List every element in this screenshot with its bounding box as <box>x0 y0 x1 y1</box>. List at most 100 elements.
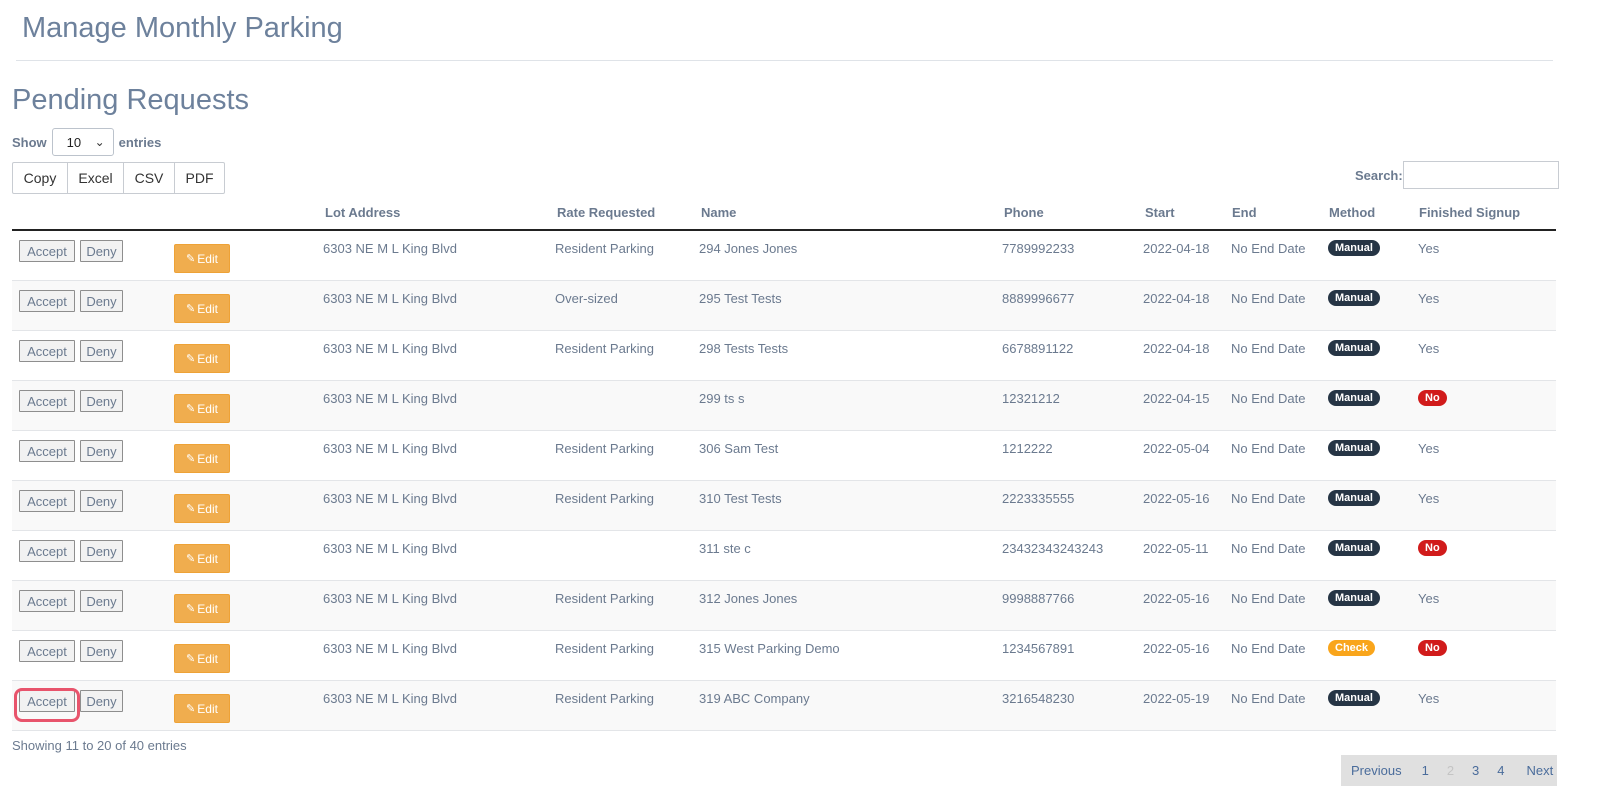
excel-button[interactable]: Excel <box>67 162 124 194</box>
pencil-icon: ✎ <box>186 603 196 615</box>
pencil-icon: ✎ <box>186 703 196 715</box>
edit-button[interactable]: ✎ Edit <box>174 294 230 323</box>
deny-button[interactable]: Deny <box>80 440 123 462</box>
pagination-page[interactable]: 4 <box>1497 763 1504 778</box>
deny-button[interactable]: Deny <box>80 290 123 312</box>
header-phone[interactable]: Phone <box>1004 205 1044 220</box>
finished-signup-badge: No <box>1418 390 1447 406</box>
cell-phone: 7789992233 <box>1002 241 1075 256</box>
table-row: Accept Deny ✎ Edit 6303 NE M L King Blvd 299 … <box>12 381 1556 431</box>
edit-button[interactable]: ✎ Edit <box>174 594 230 623</box>
table-row: Accept Deny ✎ Edit 6303 NE M L King Blvd Resi… <box>12 481 1556 531</box>
accept-button[interactable]: Accept <box>19 490 75 512</box>
pencil-icon: ✎ <box>186 303 196 315</box>
cell-rate-requested: Over-sized <box>555 291 618 306</box>
method-badge: Manual <box>1328 690 1380 706</box>
pagination-page[interactable]: 2 <box>1447 763 1454 778</box>
cell-lot-address: 6303 NE M L King Blvd <box>323 641 457 656</box>
header-finished-signup[interactable]: Finished Signup <box>1419 205 1520 220</box>
edit-button[interactable]: ✎ Edit <box>174 494 230 523</box>
cell-start: 2022-05-16 <box>1143 641 1210 656</box>
deny-button[interactable]: Deny <box>80 540 123 562</box>
page-length-select[interactable]: 10 ⌄ <box>51 128 114 156</box>
copy-button[interactable]: Copy <box>12 162 68 194</box>
accept-button[interactable]: Accept <box>19 640 75 662</box>
edit-button[interactable]: ✎ Edit <box>174 694 230 723</box>
title-divider <box>16 60 1553 61</box>
accept-button[interactable]: Accept <box>19 240 75 262</box>
accept-button[interactable]: Accept <box>19 590 75 612</box>
header-method[interactable]: Method <box>1329 205 1375 220</box>
header-lot-address[interactable]: Lot Address <box>325 205 400 220</box>
edit-label: Edit <box>197 501 218 516</box>
pagination-page[interactable]: 1 <box>1422 763 1429 778</box>
header-rate-requested[interactable]: Rate Requested <box>557 205 655 220</box>
deny-button[interactable]: Deny <box>80 340 123 362</box>
deny-button[interactable]: Deny <box>80 390 123 412</box>
cell-end: No End Date <box>1231 291 1306 306</box>
search-input[interactable] <box>1402 161 1559 189</box>
cell-phone: 12321212 <box>1002 391 1060 406</box>
accept-button[interactable]: Accept <box>19 390 75 412</box>
pagination-previous[interactable]: Previous <box>1351 763 1402 778</box>
export-buttons: Copy Excel CSV PDF <box>12 162 225 194</box>
cell-rate-requested: Resident Parking <box>555 241 654 256</box>
pdf-button[interactable]: PDF <box>174 162 225 194</box>
accept-button[interactable]: Accept <box>19 290 75 312</box>
cell-finished-signup: Yes <box>1418 441 1440 456</box>
edit-label: Edit <box>197 251 218 266</box>
edit-button[interactable]: ✎ Edit <box>174 244 230 273</box>
header-name[interactable]: Name <box>701 205 736 220</box>
deny-button[interactable]: Deny <box>80 690 123 712</box>
cell-start: 2022-05-16 <box>1143 491 1210 506</box>
pencil-icon: ✎ <box>186 253 196 265</box>
cell-rate-requested: Resident Parking <box>555 691 654 706</box>
edit-button[interactable]: ✎ Edit <box>174 444 230 473</box>
accept-button[interactable]: Accept <box>19 340 75 362</box>
cell-name: 315 West Parking Demo <box>699 641 840 656</box>
deny-button[interactable]: Deny <box>80 640 123 662</box>
cell-lot-address: 6303 NE M L King Blvd <box>323 441 457 456</box>
table-row: Accept Deny ✎ Edit 6303 NE M L King Blvd Resi… <box>12 431 1556 481</box>
method-badge: Manual <box>1328 490 1380 506</box>
table-row: Accept Deny ✎ Edit 6303 NE M L King Blvd Resi… <box>12 631 1556 681</box>
deny-button[interactable]: Deny <box>80 240 123 262</box>
edit-label: Edit <box>197 401 218 416</box>
cell-start: 2022-05-16 <box>1143 591 1210 606</box>
edit-button[interactable]: ✎ Edit <box>174 344 230 373</box>
cell-lot-address: 6303 NE M L King Blvd <box>323 691 457 706</box>
edit-label: Edit <box>197 651 218 666</box>
pencil-icon: ✎ <box>186 503 196 515</box>
accept-button[interactable]: Accept <box>19 440 75 462</box>
header-end[interactable]: End <box>1232 205 1257 220</box>
method-badge: Check <box>1328 640 1376 656</box>
cell-finished-signup: Yes <box>1418 491 1440 506</box>
deny-button[interactable]: Deny <box>80 590 123 612</box>
cell-name: 311 ste c <box>699 541 751 556</box>
edit-button[interactable]: ✎ Edit <box>174 544 230 573</box>
pagination-page[interactable]: 3 <box>1472 763 1479 778</box>
cell-phone: 23432343243243 <box>1002 541 1104 556</box>
cell-end: No End Date <box>1231 691 1306 706</box>
cell-finished-signup: Yes <box>1418 591 1440 606</box>
table-info: Showing 11 to 20 of 40 entries <box>12 738 187 753</box>
header-start[interactable]: Start <box>1145 205 1175 220</box>
search-control: Search: <box>1355 161 1559 189</box>
csv-button[interactable]: CSV <box>123 162 175 194</box>
accept-button[interactable]: Accept <box>19 540 75 562</box>
method-badge: Manual <box>1328 240 1380 256</box>
cell-lot-address: 6303 NE M L King Blvd <box>323 241 457 256</box>
method-badge: Manual <box>1328 590 1380 606</box>
method-badge: Manual <box>1328 390 1380 406</box>
cell-start: 2022-05-04 <box>1143 441 1210 456</box>
cell-lot-address: 6303 NE M L King Blvd <box>323 541 457 556</box>
edit-button[interactable]: ✎ Edit <box>174 644 230 673</box>
finished-signup-badge: No <box>1418 640 1447 656</box>
page-title: Manage Monthly Parking <box>22 12 343 44</box>
edit-button[interactable]: ✎ Edit <box>174 394 230 423</box>
deny-button[interactable]: Deny <box>80 490 123 512</box>
pending-requests-table: Lot Address Rate Requested Name Phone St… <box>12 196 1556 731</box>
method-badge: Manual <box>1328 440 1380 456</box>
pagination-next[interactable]: Next <box>1527 763 1554 778</box>
table-body: Accept Deny ✎ Edit 6303 NE M L King Blvd Resi… <box>12 231 1556 731</box>
